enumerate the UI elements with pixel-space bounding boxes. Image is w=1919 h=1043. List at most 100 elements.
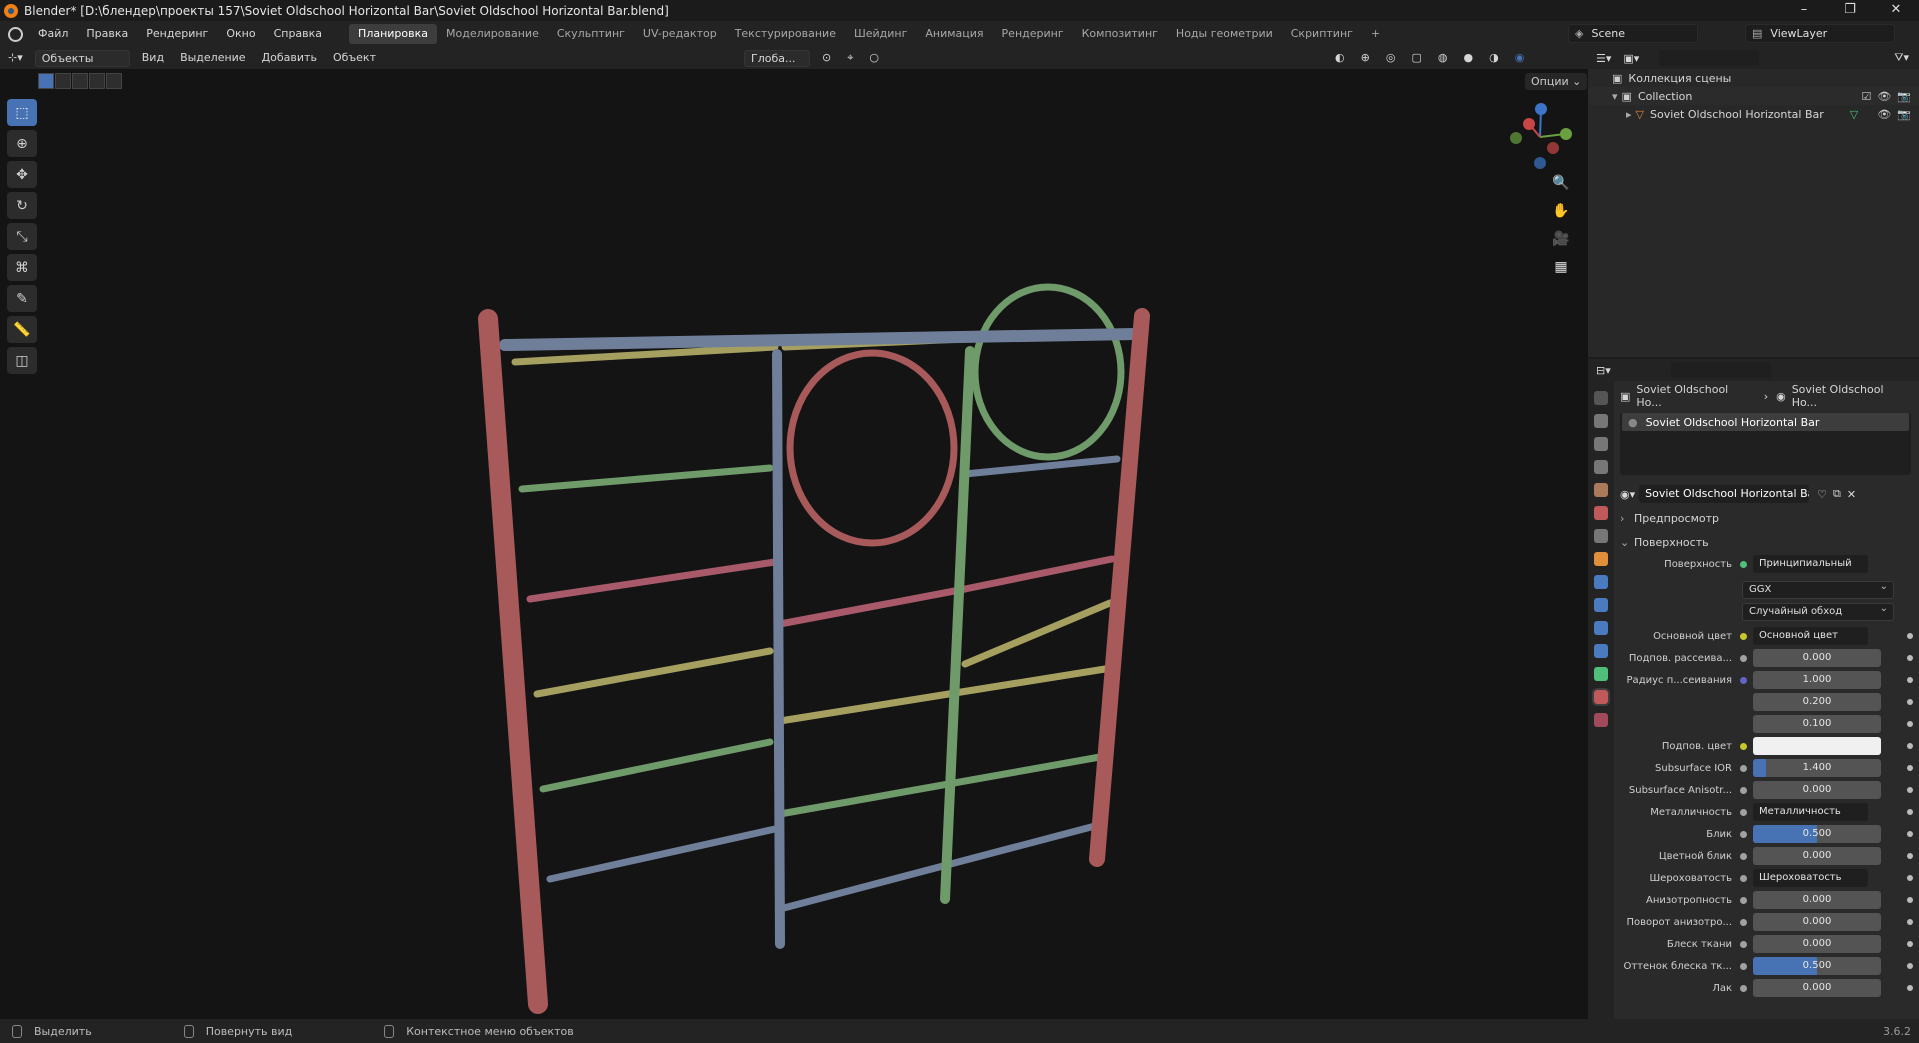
outliner-scene-collection[interactable]: ▣ Коллекция сцены <box>1588 69 1919 87</box>
linked-input-field[interactable]: Шероховатость <box>1753 869 1868 887</box>
rendered-shading-icon[interactable]: ◉ <box>1507 47 1533 69</box>
keyframe-dot-icon[interactable] <box>1907 985 1913 991</box>
rotate-icon[interactable]: ↻ <box>7 192 37 219</box>
keyframe-dot-icon[interactable] <box>1907 721 1913 727</box>
camera-icon[interactable]: 🎥 <box>1551 231 1571 249</box>
properties-search-input[interactable] <box>1670 362 1771 378</box>
material-shading-icon[interactable]: ◑ <box>1481 47 1507 69</box>
transform-icon[interactable]: ⌘ <box>7 254 37 281</box>
linked-input-field[interactable]: Основной цвет <box>1753 627 1868 645</box>
properties-editor-icon[interactable]: ⊟▾ <box>1596 364 1611 377</box>
tab-modeling[interactable]: Моделирование <box>437 24 548 44</box>
material-slot[interactable]: ● Soviet Oldschool Horizontal Bar <box>1622 413 1909 431</box>
select-intersect-icon[interactable] <box>106 73 122 89</box>
value-field[interactable]: 0.500 <box>1753 825 1881 843</box>
zoom-icon[interactable]: 🔍 <box>1551 175 1571 193</box>
keyframe-dot-icon[interactable] <box>1907 941 1913 947</box>
view-layer-selector[interactable]: ▤ ViewLayer <box>1745 24 1895 43</box>
value-field[interactable]: 0.000 <box>1753 891 1881 909</box>
scene-tab-icon[interactable] <box>1594 483 1608 497</box>
menu-help[interactable]: Справка <box>265 21 331 47</box>
menu-edit[interactable]: Правка <box>77 21 137 47</box>
surface-shader-field[interactable]: Принципиальный BSDF <box>1753 555 1868 573</box>
add-cube-icon[interactable]: ◫ <box>7 347 37 374</box>
keyframe-dot-icon[interactable] <box>1907 787 1913 793</box>
value-field[interactable]: 0.100 <box>1753 715 1881 733</box>
material-name-field[interactable]: Soviet Oldschool Horizontal Bar <box>1639 485 1810 503</box>
filter-icon[interactable]: ⛛▾ <box>1894 51 1909 65</box>
checkbox-icon[interactable]: ☑ <box>1861 90 1871 103</box>
tool-tab-icon[interactable] <box>1594 391 1608 405</box>
duplicate-material-icon[interactable]: ⧉ <box>1833 487 1841 501</box>
outliner-search-input[interactable] <box>1659 50 1760 66</box>
socket-icon[interactable] <box>1740 742 1747 750</box>
camera-render-icon[interactable]: 📷 <box>1897 108 1911 121</box>
keyframe-dot-icon[interactable] <box>1907 743 1913 749</box>
cursor-icon[interactable]: ⊕ <box>7 130 37 157</box>
tab-uv-editing[interactable]: UV-редактор <box>634 24 726 44</box>
options-dropdown[interactable]: Опции ⌄ <box>1525 73 1588 90</box>
scale-icon[interactable]: ⤡ <box>7 223 37 250</box>
select-invert-icon[interactable] <box>89 73 105 89</box>
socket-icon[interactable] <box>1740 764 1747 772</box>
annotate-icon[interactable]: ✎ <box>7 285 37 312</box>
xray-icon[interactable]: ▢ <box>1403 47 1429 69</box>
outliner-editor-icon[interactable]: ☰▾ <box>1596 52 1611 65</box>
outliner-collection[interactable]: ▾ ▣ Collection ☑ 👁 📷 <box>1588 87 1919 105</box>
measure-icon[interactable]: 📏 <box>7 316 37 343</box>
keyframe-dot-icon[interactable] <box>1907 633 1913 639</box>
display-mode-icon[interactable]: ▣▾ <box>1623 52 1639 65</box>
view-layer-tab-icon[interactable] <box>1594 460 1608 474</box>
restore-icon[interactable]: ❐ <box>1827 0 1873 21</box>
keyframe-dot-icon[interactable] <box>1907 897 1913 903</box>
tab-sculpting[interactable]: Скульптинг <box>548 24 634 44</box>
tab-shading[interactable]: Шейдинг <box>845 24 916 44</box>
eye-icon[interactable]: 👁 <box>1877 90 1891 103</box>
socket-icon[interactable] <box>1740 654 1747 662</box>
gizmo-toggle-icon[interactable]: ⊕ <box>1353 47 1378 69</box>
menu-render[interactable]: Рендеринг <box>137 21 217 47</box>
value-field[interactable]: 0.000 <box>1753 935 1881 953</box>
menu-view[interactable]: Вид <box>134 47 172 69</box>
socket-icon[interactable] <box>1740 676 1747 684</box>
tab-animation[interactable]: Анимация <box>916 24 992 44</box>
y-axis-icon[interactable] <box>1560 128 1572 140</box>
keyframe-dot-icon[interactable] <box>1907 809 1913 815</box>
tab-layout[interactable]: Планировка <box>349 24 438 44</box>
keyframe-dot-icon[interactable] <box>1907 831 1913 837</box>
socket-icon[interactable] <box>1740 830 1747 838</box>
tab-scripting[interactable]: Скриптинг <box>1282 24 1362 44</box>
distribution-dropdown[interactable]: GGX <box>1742 579 1894 599</box>
navigation-gizmo[interactable] <box>1500 100 1580 172</box>
value-field[interactable]: 0.200 <box>1753 693 1881 711</box>
wireframe-shading-icon[interactable]: ◍ <box>1430 47 1456 69</box>
keyframe-dot-icon[interactable] <box>1907 699 1913 705</box>
x-axis-icon[interactable] <box>1523 118 1535 130</box>
menu-file[interactable]: Файл <box>29 21 77 47</box>
editor-type-icon[interactable]: ⊹▾ <box>0 47 31 69</box>
socket-icon[interactable] <box>1740 896 1747 904</box>
pan-hand-icon[interactable]: ✋ <box>1551 203 1571 221</box>
menu-window[interactable]: Окно <box>217 21 264 47</box>
panel-surface[interactable]: ⌄ Поверхность <box>1620 531 1911 553</box>
select-extend-icon[interactable] <box>55 73 71 89</box>
panel-preview[interactable]: › Предпросмотр <box>1620 507 1911 529</box>
select-subtract-icon[interactable] <box>72 73 88 89</box>
tab-rendering[interactable]: Рендеринг <box>993 24 1073 44</box>
pivot-icon[interactable]: ⊙ <box>814 47 839 69</box>
unlink-material-icon[interactable]: ✕ <box>1847 488 1856 501</box>
keyframe-dot-icon[interactable] <box>1907 677 1913 683</box>
constraints-tab-icon[interactable] <box>1594 644 1608 658</box>
grid-icon[interactable]: ▦ <box>1551 259 1571 277</box>
tab-compositing[interactable]: Композитинг <box>1073 24 1167 44</box>
physics-tab-icon[interactable] <box>1594 621 1608 635</box>
overlay-icon[interactable]: ◎ <box>1378 47 1404 69</box>
output-tab-icon[interactable] <box>1594 437 1608 451</box>
visibility-icon[interactable]: ◐ <box>1327 47 1353 69</box>
keyframe-dot-icon[interactable] <box>1907 919 1913 925</box>
browse-material-icon[interactable]: ◉▾ <box>1620 488 1635 501</box>
tab-geometry-nodes[interactable]: Ноды геометрии <box>1167 24 1282 44</box>
z-axis-icon[interactable] <box>1535 103 1547 115</box>
solid-shading-icon[interactable]: ● <box>1455 47 1481 69</box>
socket-icon[interactable] <box>1740 852 1747 860</box>
